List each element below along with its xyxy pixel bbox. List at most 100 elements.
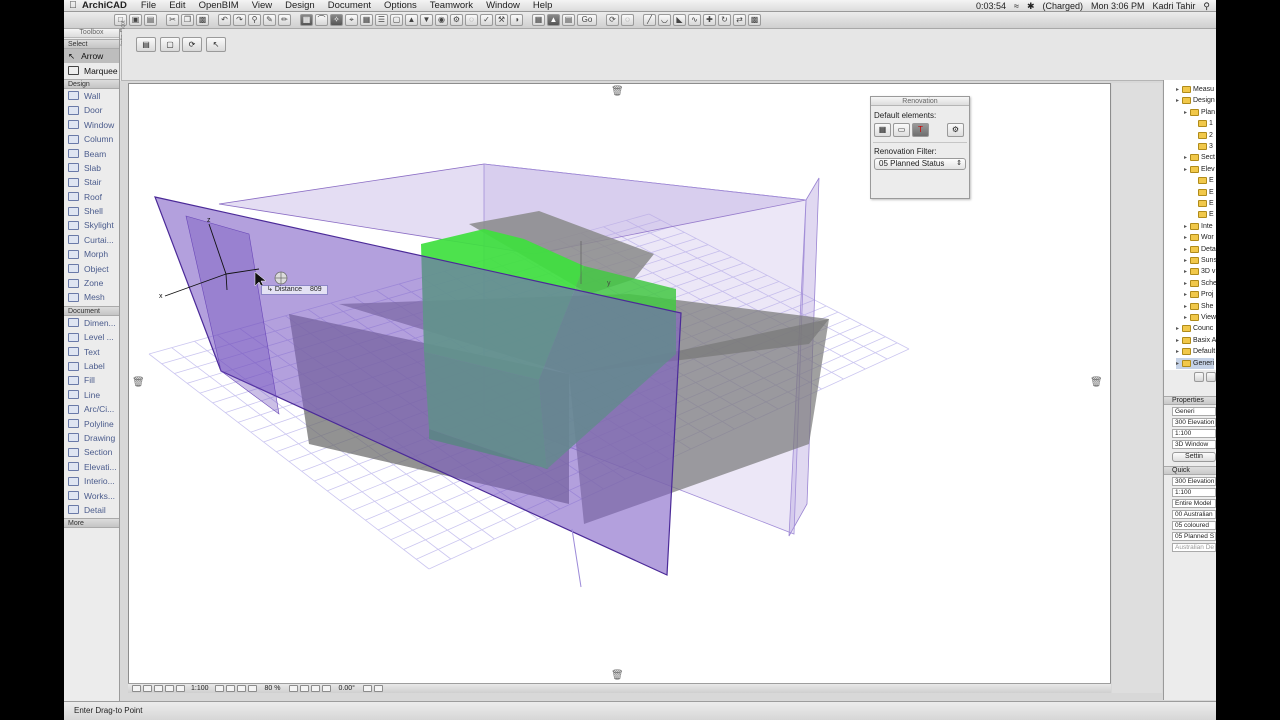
go-button[interactable]: Go [577, 14, 597, 26]
camera-icon[interactable] [321, 685, 331, 692]
navigator-item[interactable]: ▸ Inte [1184, 221, 1213, 232]
property-field[interactable]: 3D Window [1172, 440, 1216, 449]
floor-plan-icon[interactable]: ▦ [532, 14, 545, 26]
tracker-value[interactable]: 809 [310, 286, 322, 293]
tool-wall[interactable]: Wall [64, 89, 119, 103]
model-check-icon[interactable]: ✓ [480, 14, 493, 26]
tool-skylight[interactable]: Skylight [64, 218, 119, 232]
navigator-item[interactable]: ▸ Sect [1184, 152, 1215, 163]
tool-section[interactable]: Section [64, 445, 119, 459]
tool-mesh[interactable]: Mesh [64, 290, 119, 304]
tool-curtai[interactable]: Curtai... [64, 233, 119, 247]
navigator-item[interactable]: ▸ Generi [1176, 357, 1215, 369]
quick-option-field[interactable]: 1:100 [1172, 488, 1216, 497]
cut-icon[interactable]: ✂ [166, 14, 179, 26]
rotated-marquee-button[interactable]: ⟳ [182, 37, 202, 52]
navigator-item[interactable]: 1 [1192, 118, 1213, 129]
toolbox-design-header[interactable]: Design [64, 78, 119, 89]
property-field[interactable]: 300 Elevation [1172, 418, 1216, 427]
trash-icon-top[interactable]: 🗑 [611, 86, 624, 97]
elevation-icon[interactable]: ▲ [405, 14, 418, 26]
toolbox-more-header[interactable]: More [64, 518, 119, 529]
tool-marquee[interactable]: Marquee [64, 63, 119, 77]
quick-options-header[interactable]: Quick [1164, 466, 1216, 475]
tool-morph[interactable]: Morph [64, 247, 119, 261]
navigator-item[interactable]: ▸ Measu [1176, 84, 1214, 95]
app-menu[interactable]: ArchiCAD [82, 0, 127, 11]
section-icon[interactable]: ▼ [420, 14, 433, 26]
line-tool-icon[interactable]: ╱ [643, 14, 656, 26]
view-settings-icon[interactable] [310, 685, 320, 692]
rotate-right-icon[interactable] [299, 685, 309, 692]
trash-icon-right[interactable]: 🗑 [1090, 377, 1103, 388]
find-select-icon[interactable]: ⚲ [248, 14, 261, 26]
navigator-item[interactable]: ▸ Default [1176, 346, 1215, 357]
redo-icon[interactable]: ↷ [233, 14, 246, 26]
copy-icon[interactable]: ❐ [181, 14, 194, 26]
menu-teamwork[interactable]: Teamwork [430, 0, 473, 11]
navigator-item[interactable]: ▸ Plan [1184, 107, 1215, 118]
menu-view[interactable]: View [252, 0, 272, 11]
scale-readout[interactable]: 1:100 [191, 685, 209, 692]
settings-button[interactable]: Settin [1172, 452, 1216, 462]
tool-arc-ci[interactable]: Arc/Ci... [64, 402, 119, 416]
renovation-icon[interactable]: ⚒ [495, 14, 508, 26]
quick-option-field[interactable]: 300 Elevation [1172, 477, 1216, 486]
wifi-icon[interactable]: ≈ [1014, 1, 1019, 11]
toolbox-document-header[interactable]: Document [64, 305, 119, 316]
polyline-tool-icon[interactable]: ◣ [673, 14, 686, 26]
parallel-icon[interactable] [373, 685, 383, 692]
view-map-icon[interactable] [1194, 372, 1204, 382]
navigator-item[interactable]: E [1192, 209, 1214, 220]
renovation-title[interactable]: Renovation [871, 97, 969, 106]
property-field[interactable]: Generi [1172, 407, 1216, 416]
3d-window-icon[interactable]: ▲ [547, 14, 560, 26]
tool-label[interactable]: Label [64, 359, 119, 373]
magic-wand-icon[interactable]: ✧ [330, 14, 343, 26]
existing-status-icon[interactable]: ▦ [874, 123, 891, 137]
navigator-item[interactable]: ▸ Counc [1176, 323, 1213, 334]
hotspot-icon[interactable]: ✚ [703, 14, 716, 26]
tool-window[interactable]: Window [64, 118, 119, 132]
menu-window[interactable]: Window [486, 0, 520, 11]
suspend-groups-icon[interactable]: ▦ [300, 14, 313, 26]
navigator-item[interactable]: ▸ Sche [1184, 278, 1216, 289]
tool-arrow[interactable]: ↖ Arrow [64, 49, 119, 64]
tool-fill[interactable]: Fill [64, 373, 119, 387]
pick-up-icon[interactable]: ✎ [263, 14, 276, 26]
navigator-item[interactable]: 3 [1192, 141, 1213, 152]
arrow-mode-button[interactable]: ↖ [206, 37, 226, 52]
navigator-item[interactable]: ▸ Elev [1184, 164, 1215, 175]
navigator-item[interactable]: E [1192, 175, 1214, 186]
zoom-in-nav-icon[interactable] [143, 685, 152, 692]
navigator-item[interactable]: ▸ 3D v [1184, 266, 1215, 277]
new-status-icon[interactable]: T [912, 123, 929, 137]
inject-icon[interactable]: ✏ [278, 14, 291, 26]
tool-polyline[interactable]: Polyline [64, 416, 119, 430]
rotate-left-icon[interactable] [288, 685, 298, 692]
renovation-filter-select[interactable]: 05 Planned Status ⇕ [874, 158, 966, 170]
undo-icon[interactable]: ↶ [218, 14, 231, 26]
zoom-next-icon[interactable] [225, 685, 235, 692]
surface-icon[interactable]: ◉ [435, 14, 448, 26]
quick-option-field[interactable]: 00 Australian [1172, 510, 1216, 519]
zoom-out-nav-icon[interactable] [154, 685, 163, 692]
navigator-item[interactable]: ▸ Basix A [1176, 335, 1216, 346]
quick-option-field[interactable]: 05 coloured [1172, 521, 1216, 530]
mirror-tool-icon[interactable]: ⇄ [733, 14, 746, 26]
orbit-nav-icon[interactable] [132, 685, 141, 692]
toolbox-select-header[interactable]: Select [64, 39, 119, 49]
pan-nav-icon[interactable] [176, 685, 185, 692]
paste-icon[interactable]: ▩ [196, 14, 209, 26]
tool-stair[interactable]: Stair [64, 175, 119, 189]
window-list-icon[interactable]: ▤ [562, 14, 575, 26]
settings-icon[interactable]: ⚙ [450, 14, 463, 26]
tool-column[interactable]: Column [64, 132, 119, 146]
menu-design[interactable]: Design [285, 0, 315, 11]
zoom-readout[interactable]: 80 % [265, 685, 281, 692]
tool-slab[interactable]: Slab [64, 161, 119, 175]
layout-icon[interactable]: ▢ [390, 14, 403, 26]
trash-icon-bottom[interactable]: 🗑 [611, 670, 624, 681]
zoom-prev-icon[interactable] [214, 685, 224, 692]
menu-document[interactable]: Document [328, 0, 371, 11]
